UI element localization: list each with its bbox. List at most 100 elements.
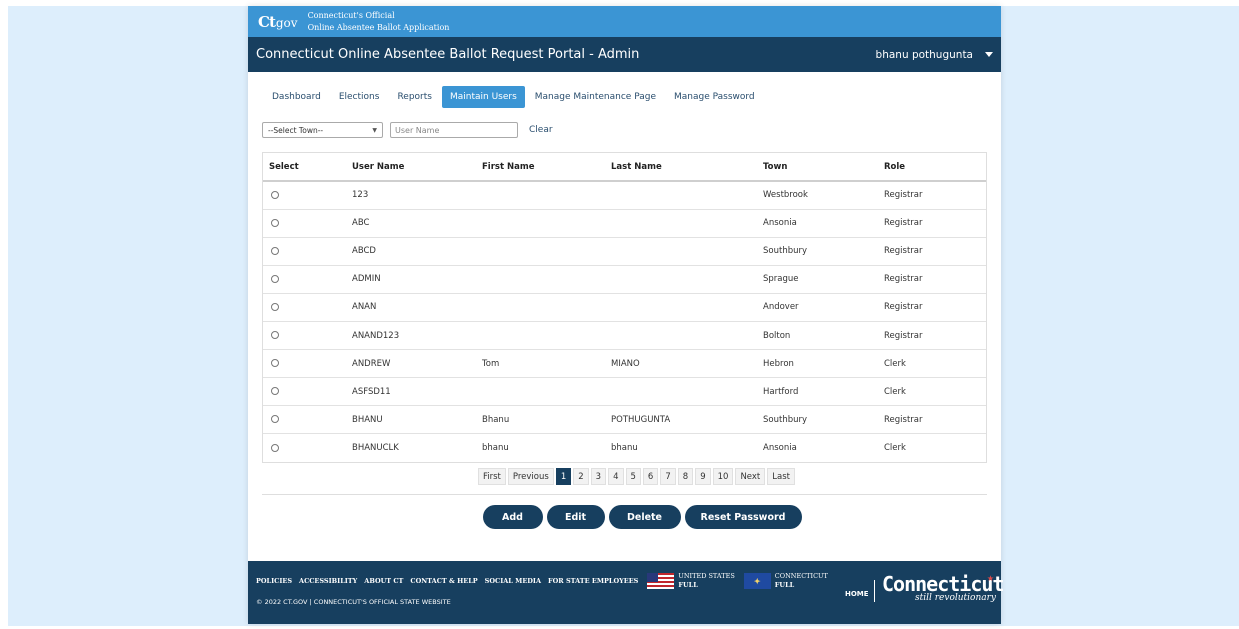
tab-manage-password[interactable]: Manage Password [666, 86, 763, 108]
ct-flag-label: CONNECTICUT [774, 572, 828, 580]
reset-password-button[interactable]: Reset Password [684, 505, 802, 529]
home-link[interactable]: HOME [845, 590, 869, 598]
cell-user-name: ANDREW [346, 349, 476, 378]
row-select-radio[interactable] [271, 359, 279, 368]
page-7-button[interactable]: 7 [660, 468, 676, 485]
column-header-first-name[interactable]: First Name [476, 153, 605, 182]
table-row[interactable]: ANAND123 Bolton Registrar [263, 320, 986, 350]
row-select-radio[interactable] [271, 218, 279, 227]
cell-last-name [605, 320, 757, 350]
user-menu[interactable]: bhanu pothugunta [876, 49, 993, 61]
us-flag-status-text: FULL [678, 581, 698, 589]
dropdown-arrow-icon: ▼ [372, 126, 377, 134]
table-row[interactable]: ANAN Andover Registrar [263, 292, 986, 322]
table-row[interactable]: ADMIN Sprague Registrar [263, 264, 986, 294]
connecticut-logo[interactable]: ★ Connecticut still revolutionary [882, 572, 1004, 603]
cell-role: Registrar [878, 208, 986, 238]
table-row[interactable]: ASFSD11 Hartford Clerk [263, 377, 986, 406]
cell-town: Westbrook [763, 190, 808, 201]
cell-role: Registrar [884, 190, 923, 201]
page-next-button[interactable]: Next [735, 468, 766, 485]
ct-flag-status[interactable]: ✦ CONNECTICUT FULL [743, 572, 828, 590]
cell-role: Clerk [878, 433, 986, 462]
row-select-radio[interactable] [271, 415, 279, 424]
town-select[interactable]: --Select Town-- ▼ [262, 122, 383, 138]
table-header-row: Select User Name First Name Last Name To… [263, 153, 986, 182]
cell-first-name [476, 292, 605, 322]
table-row[interactable]: ABC Ansonia Registrar [263, 208, 986, 238]
tab-reports[interactable]: Reports [389, 86, 440, 108]
page-9-button[interactable]: 9 [695, 468, 711, 485]
brand-name: Connecticut [882, 572, 1004, 596]
user-name: bhanu pothugunta [875, 48, 973, 61]
tab-maintain-users[interactable]: Maintain Users [441, 86, 525, 108]
cell-user-name: ADMIN [346, 264, 476, 294]
row-select-radio[interactable] [271, 274, 279, 283]
delete-button[interactable]: Delete [608, 505, 681, 529]
cell-user-name: BHANUCLK [346, 433, 476, 462]
footer-link-policies[interactable]: POLICIES [256, 577, 292, 585]
app-page: Ct gov Connecticut's Official Online Abse… [248, 6, 1004, 624]
ct-flag-icon: ✦ [743, 573, 771, 589]
us-flag-icon [647, 573, 675, 589]
row-select-radio[interactable] [271, 246, 279, 255]
portal-header: Connecticut Online Absentee Ballot Reque… [248, 37, 1001, 72]
footer-link-social-media[interactable]: SOCIAL MEDIA [485, 577, 541, 585]
page-5-button[interactable]: 5 [625, 468, 641, 485]
table-row[interactable]: 123 Westbrook Registrar [263, 181, 986, 209]
column-header-user-name[interactable]: User Name [346, 153, 476, 182]
page-4-button[interactable]: 4 [608, 468, 624, 485]
column-header-role[interactable]: Role [878, 153, 986, 182]
page-1-button[interactable]: 1 [555, 468, 572, 485]
row-select-radio[interactable] [271, 443, 279, 452]
page-last-button[interactable]: Last [767, 468, 795, 485]
column-header-select[interactable]: Select [263, 153, 346, 182]
table-row[interactable]: ABCD Southbury Registrar [263, 236, 986, 266]
banner-line-1: Connecticut's Official [307, 10, 395, 20]
ct-gov-logo[interactable]: Ct gov [258, 13, 298, 31]
footer-link-contact-help[interactable]: CONTACT & HELP [410, 577, 477, 585]
cell-town: Bolton [757, 320, 878, 350]
filter-bar: --Select Town-- ▼ Clear [262, 122, 553, 138]
cell-last-name: POTHUGUNTA [605, 405, 757, 434]
page-3-button[interactable]: 3 [590, 468, 607, 485]
cell-town: Hartford [757, 377, 878, 406]
row-select-radio[interactable] [271, 331, 279, 340]
tab-dashboard[interactable]: Dashboard [264, 86, 329, 108]
page-8-button[interactable]: 8 [677, 468, 694, 485]
page-first-button[interactable]: First [478, 468, 506, 485]
cell-town: Southbury [757, 405, 878, 434]
column-header-last-name[interactable]: Last Name [605, 153, 757, 182]
clear-link[interactable]: Clear [529, 125, 553, 135]
table-row[interactable]: BHANUCLK bhanu bhanu Ansonia Clerk [263, 433, 986, 462]
username-search-input[interactable] [390, 122, 518, 138]
tab-manage-maintenance-page[interactable]: Manage Maintenance Page [527, 86, 664, 108]
row-select-radio[interactable] [271, 387, 279, 396]
divider [262, 494, 987, 495]
edit-button[interactable]: Edit [546, 505, 605, 529]
column-header-town[interactable]: Town [757, 153, 878, 182]
page-10-button[interactable]: 10 [712, 468, 734, 485]
footer-link-state-employees[interactable]: FOR STATE EMPLOYEES [548, 577, 638, 585]
row-select-radio[interactable] [271, 190, 279, 199]
cell-last-name: MIANO [605, 349, 757, 378]
footer-link-about-ct[interactable]: ABOUT CT [364, 577, 403, 585]
add-button[interactable]: Add [482, 505, 543, 529]
page-previous-button[interactable]: Previous [507, 468, 554, 485]
page-6-button[interactable]: 6 [642, 468, 659, 485]
ct-logo-text: Ct [258, 12, 276, 31]
cell-last-name [605, 377, 757, 406]
gov-logo-text: gov [275, 15, 298, 30]
tab-elections[interactable]: Elections [331, 86, 388, 108]
pagination: First Previous 1 2 3 4 5 6 7 8 9 10 Next… [478, 468, 795, 485]
cell-last-name [605, 292, 757, 322]
page-2-button[interactable]: 2 [573, 468, 589, 485]
footer-link-accessibility[interactable]: ACCESSIBILITY [299, 577, 357, 585]
cell-role: Clerk [878, 377, 986, 406]
row-select-radio[interactable] [271, 302, 279, 311]
site-banner: Ct gov Connecticut's Official Online Abse… [248, 6, 1001, 37]
table-row[interactable]: ANDREW Tom MIANO Hebron Clerk [263, 349, 986, 378]
us-flag-status[interactable]: UNITED STATES FULL [647, 572, 735, 590]
town-select-value: --Select Town-- [268, 125, 324, 135]
table-row[interactable]: BHANU Bhanu POTHUGUNTA Southbury Registr… [263, 405, 986, 434]
